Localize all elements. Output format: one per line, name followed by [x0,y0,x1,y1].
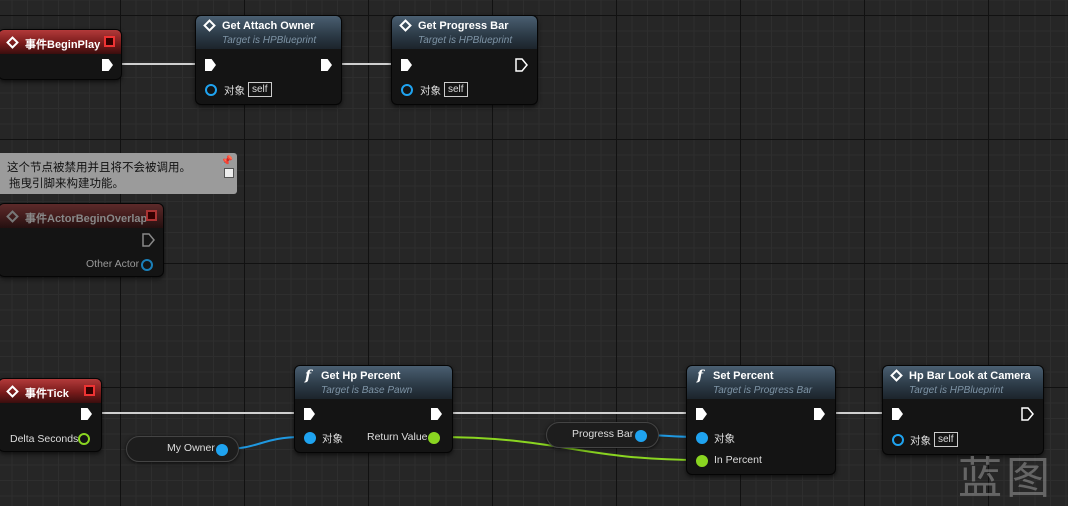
node-subtitle: Target is Progress Bar [713,385,813,396]
set-percent-node[interactable]: f Set Percent Target is Progress Bar 对象 … [686,365,836,475]
delegate-pin-icon[interactable] [146,210,157,221]
node-subtitle: Target is Base Pawn [321,385,413,396]
function-header: Hp Bar Look at Camera Target is HPBluepr… [883,366,1043,399]
event-diamond-icon [6,36,19,49]
target-label: 对象 [322,433,343,445]
exec-in-pin[interactable] [401,59,412,71]
exec-out-pin[interactable] [102,59,113,71]
node-title: 事件BeginPlay [25,39,101,51]
function-header: f Get Hp Percent Target is Base Pawn [295,366,452,399]
get-attach-owner-node[interactable]: Get Attach Owner Target is HPBlueprint 对… [195,15,342,105]
function-icon: f [697,368,704,384]
node-title: Hp Bar Look at Camera [909,370,1031,382]
my-owner-variable-node[interactable]: My Owner [126,436,239,462]
comment-line-2: 拖曳引脚来构建功能。 [9,176,124,190]
node-title: 事件Tick [25,388,69,400]
variable-label: My Owner [167,442,215,454]
exec-out-pin[interactable] [1021,407,1034,421]
target-label: 对象 [224,85,245,97]
event-header: 事件ActorBeginOverlap [0,204,163,228]
delta-seconds-label: Delta Seconds [10,433,79,445]
exec-out-pin[interactable] [321,59,332,71]
target-pin[interactable] [696,432,708,444]
node-title: 事件ActorBeginOverlap [25,213,148,225]
other-actor-pin[interactable] [141,259,153,271]
return-value-pin[interactable] [428,432,440,444]
node-title: Get Progress Bar [418,20,509,32]
in-percent-pin[interactable] [696,455,708,467]
exec-out-pin[interactable] [814,408,825,420]
comment-bubble-icon[interactable] [224,168,234,178]
watermark-text: 蓝图 [958,453,1054,504]
target-value-field[interactable]: self [248,82,272,97]
variable-out-pin[interactable] [635,430,647,442]
function-header: Get Progress Bar Target is HPBlueprint [392,16,537,49]
node-title: Get Attach Owner [222,20,315,32]
node-title: Get Hp Percent [321,370,401,382]
function-header: Get Attach Owner Target is HPBlueprint [196,16,341,49]
node-subtitle: Target is HPBlueprint [222,35,317,46]
exec-out-pin[interactable] [142,233,155,247]
comment-line-1: 这个节点被禁用并且将不会被调用。 [7,160,191,174]
other-actor-label: Other Actor [86,258,140,270]
node-subtitle: Target is HPBlueprint [909,385,1004,396]
node-title: Set Percent [713,370,774,382]
exec-out-pin[interactable] [431,408,442,420]
get-hp-percent-node[interactable]: f Get Hp Percent Target is Base Pawn 对象 … [294,365,453,453]
pin-comment-icon[interactable]: 📌 [221,156,233,167]
target-label: 对象 [714,433,735,445]
event-actor-begin-overlap-node[interactable]: 事件ActorBeginOverlap Other Actor [0,203,164,277]
event-diamond-icon [890,369,903,382]
target-label: 对象 [420,85,441,97]
exec-out-pin[interactable] [81,408,92,420]
target-value-field[interactable]: self [444,82,468,97]
delegate-pin-icon[interactable] [84,385,95,396]
exec-in-pin[interactable] [892,408,903,420]
event-tick-node[interactable]: 事件Tick Delta Seconds [0,378,102,452]
exec-in-pin[interactable] [304,408,315,420]
target-pin[interactable] [205,84,217,96]
target-pin[interactable] [401,84,413,96]
target-value-field[interactable]: self [934,432,958,447]
node-subtitle: Target is HPBlueprint [418,35,513,46]
delta-seconds-pin[interactable] [78,433,90,445]
delegate-pin-icon[interactable] [104,36,115,47]
event-header: 事件Tick [0,379,101,403]
target-pin[interactable] [892,434,904,446]
exec-in-pin[interactable] [205,59,216,71]
in-percent-label: In Percent [714,454,762,466]
get-progress-bar-node[interactable]: Get Progress Bar Target is HPBlueprint 对… [391,15,538,105]
disabled-node-comment: 这个节点被禁用并且将不会被调用。 拖曳引脚来构建功能。 📌 [0,153,237,194]
event-diamond-icon [203,19,216,32]
variable-label: Progress Bar [572,428,634,440]
variable-out-pin[interactable] [216,444,228,456]
exec-out-pin[interactable] [515,58,528,72]
event-header: 事件BeginPlay [0,30,121,54]
event-diamond-icon [399,19,412,32]
event-diamond-icon [6,385,19,398]
function-icon: f [305,368,312,384]
exec-in-pin[interactable] [696,408,707,420]
target-pin[interactable] [304,432,316,444]
progress-bar-variable-node[interactable]: Progress Bar [546,422,659,448]
function-header: f Set Percent Target is Progress Bar [687,366,835,399]
target-label: 对象 [910,435,931,447]
event-beginplay-node[interactable]: 事件BeginPlay [0,29,122,80]
return-value-label: Return Value [367,431,428,443]
event-diamond-icon [6,210,19,223]
